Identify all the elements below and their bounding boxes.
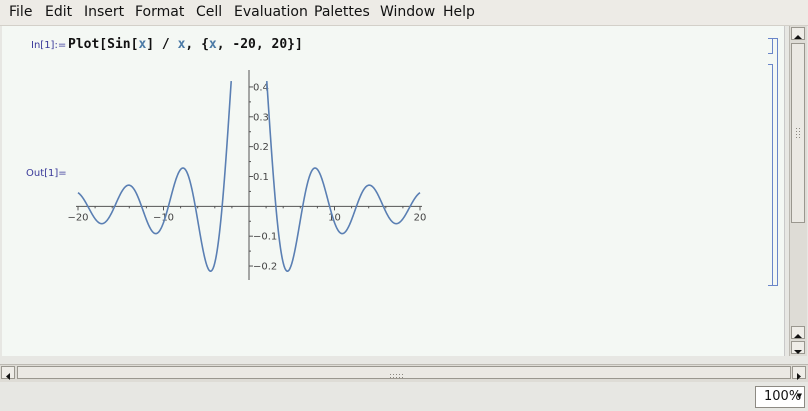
code-head: Plot[Sin[: [68, 37, 139, 52]
vertical-scrollbar[interactable]: [789, 26, 807, 356]
input-cell[interactable]: Plot[Sin[x] / x, {x, -20, 20}]: [68, 37, 303, 52]
y-tick-label: −0.2: [253, 262, 277, 273]
down-arrow-icon: [794, 350, 802, 354]
plot-ticks: −20 −10 10 20−0.2−0.10.10.20.30.4: [67, 82, 426, 272]
menu-bar: File Edit Insert Format Cell Evaluation …: [0, 0, 808, 26]
code-tail: , -20, 20}]: [216, 37, 303, 52]
group-cell-bracket[interactable]: [773, 38, 778, 286]
menu-format[interactable]: Format: [135, 4, 184, 20]
zoom-value: 100%: [764, 389, 802, 404]
chevron-down-icon: ▼: [796, 392, 802, 400]
input-label: In[1]:=: [31, 40, 67, 51]
menu-edit[interactable]: Edit: [45, 4, 72, 20]
horizontal-scroll-thumb[interactable]: [17, 366, 791, 379]
zoom-selector[interactable]: 100% ▼: [755, 386, 805, 408]
status-bar: 100% ▼: [0, 382, 808, 411]
y-tick-label: 0.3: [253, 112, 269, 123]
menu-insert[interactable]: Insert: [84, 4, 124, 20]
menu-window[interactable]: Window: [380, 4, 435, 20]
menu-cell[interactable]: Cell: [196, 4, 222, 20]
y-tick-label: 0.2: [253, 142, 269, 153]
y-tick-label: −0.1: [253, 232, 277, 243]
menu-file[interactable]: File: [9, 4, 32, 20]
horizontal-scrollbar[interactable]: [0, 364, 808, 383]
code-mid: ] /: [146, 37, 178, 52]
scroll-down-button[interactable]: [791, 341, 805, 354]
grip-icon: [796, 128, 800, 138]
up-arrow-icon: [794, 35, 802, 39]
menu-help[interactable]: Help: [443, 4, 475, 20]
left-arrow-icon: [6, 373, 10, 380]
vertical-scroll-thumb[interactable]: [791, 43, 805, 223]
grip-icon: [390, 374, 403, 378]
scroll-up-button[interactable]: [791, 27, 805, 40]
scroll-left-button[interactable]: [1, 366, 15, 380]
y-tick-label: 0.1: [253, 172, 269, 183]
x-tick-label: −20: [67, 212, 88, 223]
scroll-right-button[interactable]: [792, 366, 806, 380]
x-tick-label: 20: [414, 212, 427, 223]
menu-palettes[interactable]: Palettes: [314, 4, 370, 20]
right-arrow-icon: [797, 373, 801, 380]
plot[interactable]: −20 −10 10 20−0.2−0.10.10.20.30.4: [60, 68, 440, 288]
code-sep: , {: [185, 37, 209, 52]
code-symbol-x: x: [208, 37, 217, 52]
scroll-up-button-lower[interactable]: [791, 326, 805, 339]
menu-evaluation[interactable]: Evaluation: [234, 4, 308, 20]
